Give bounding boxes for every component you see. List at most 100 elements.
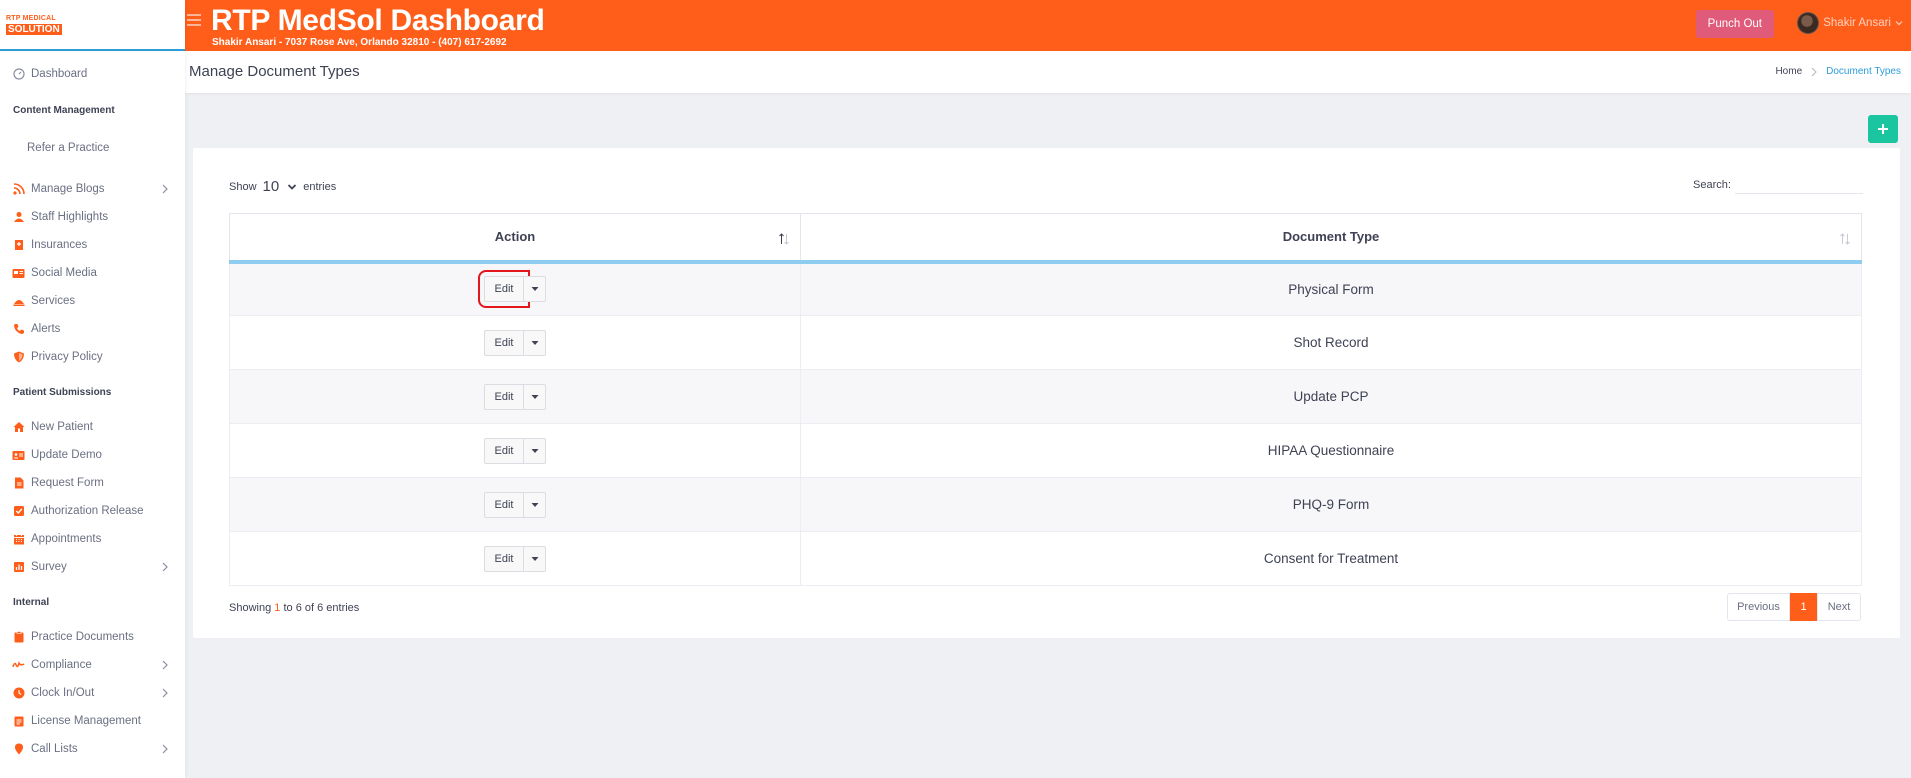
table-row: Edit HIPAA Questionnaire [229,423,1862,478]
logo-line2: SOLUTION [6,24,62,35]
sidebar-item-alerts[interactable]: Alerts [0,315,185,343]
sidebar-item-dashboard[interactable]: Dashboard [0,59,185,89]
row-actions-dropdown[interactable] [524,545,546,572]
sidebar-item-label: Call Lists [31,743,78,755]
poll-icon [12,561,25,574]
caret-down-icon [531,394,538,399]
user-icon [12,211,25,224]
sidebar-item-update-demo[interactable]: Update Demo [0,441,185,469]
edit-button[interactable]: Edit [478,270,530,309]
search-label: Search: [1693,179,1731,191]
sidebar-item-services[interactable]: Services [0,287,185,315]
row-action-group: Edit [484,491,546,518]
edit-button[interactable]: Edit [484,383,524,410]
add-document-type-button[interactable] [1868,115,1898,143]
sidebar-item-refer-practice[interactable]: Refer a Practice [0,131,185,165]
table-info: Showing 1 to 6 of 6 entries [229,602,359,614]
punch-out-button[interactable]: Punch Out [1695,10,1774,38]
id-card-icon [12,449,25,462]
row-action-group: Edit [484,437,546,464]
pagination: Previous 1 Next [1727,593,1861,621]
shield-icon [12,351,25,364]
user-menu[interactable]: Shakir Ansari [1797,12,1903,34]
sidebar-item-privacy-policy[interactable]: Privacy Policy [0,343,185,371]
breadcrumb-current: Document Types [1826,66,1901,77]
edit-button[interactable]: Edit [484,545,524,572]
row-actions-dropdown[interactable] [524,329,546,356]
logo-line1: RTP MEDICAL [6,15,56,22]
check-square-icon [12,505,25,518]
row-actions-dropdown[interactable] [524,437,546,464]
sidebar-item-label: Staff Highlights [31,211,109,223]
entries-select-value: 10 [262,178,280,195]
breadcrumb-home[interactable]: Home [1775,66,1802,77]
sidebar-item-label: New Patient [31,421,94,433]
previous-page-button[interactable]: Previous [1727,593,1790,621]
page-1-button[interactable]: 1 [1790,593,1817,621]
sidebar-item-survey[interactable]: Survey [0,553,185,581]
row-actions-dropdown[interactable] [524,491,546,518]
column-header-action[interactable]: Action [229,213,801,264]
page-title: Manage Document Types [189,63,360,80]
sidebar-item-label: Appointments [31,533,102,545]
sidebar-item-staff-highlights[interactable]: Staff Highlights [0,203,185,231]
sidebar-item-practice-documents[interactable]: Practice Documents [0,623,185,651]
sidebar-item-label: License Management [31,715,141,727]
logo-area: RTP MEDICAL SOLUTION [0,0,185,51]
caret-down-icon [531,448,538,453]
table-search: Search: [1693,176,1863,194]
chevron-right-icon [162,660,168,670]
next-page-button[interactable]: Next [1817,593,1861,621]
sidebar-item-new-patient[interactable]: New Patient [0,413,185,441]
sidebar-item-compliance[interactable]: Compliance [0,651,185,679]
plus-icon [1878,124,1888,134]
user-name: Shakir Ansari [1823,17,1891,29]
row-action-group: Edit [484,383,546,410]
sidebar-item-request-form[interactable]: Request Form [0,469,185,497]
sidebar-item-license-management[interactable]: License Management [0,707,185,735]
sidebar-item-appointments[interactable]: Appointments [0,525,185,553]
sidebar-item-label: Services [31,295,76,307]
edit-button[interactable]: Edit [484,491,524,518]
sidebar-item-label: Authorization Release [31,505,144,517]
action-cell: Edit [229,315,801,370]
sidebar-item-label: Privacy Policy [31,351,103,363]
action-cell: Edit [229,423,801,478]
home-icon [12,421,25,434]
sidebar-item-manage-blogs[interactable]: Manage Blogs [0,175,185,203]
sidebar-item-clock-in-out[interactable]: Clock In/Out [0,679,185,707]
logo[interactable]: RTP MEDICAL SOLUTION [6,14,62,35]
search-input[interactable] [1734,176,1863,194]
row-actions-dropdown[interactable] [524,383,546,410]
sidebar-item-authorization-release[interactable]: Authorization Release [0,497,185,525]
sidebar-item-call-lists[interactable]: Call Lists [0,735,185,763]
chevron-right-icon [162,688,168,698]
row-actions-dropdown[interactable] [524,276,546,303]
document-type-cell: Shot Record [800,315,1862,370]
entries-length-control: Show 10 entries [229,178,336,195]
table-row: Edit PHQ-9 Form [229,477,1862,532]
action-cell: Edit [229,477,801,532]
table-row: Edit Physical Form [229,261,1862,316]
hospital-icon [12,239,25,252]
social-icon [12,267,25,280]
sidebar-item-label: Alerts [31,323,61,335]
calendar-icon [12,533,25,546]
sidebar-item-label: Request Form [31,477,104,489]
sidebar-nav: Dashboard Content Management Refer a Pra… [0,51,185,763]
column-header-document-type[interactable]: Document Type [800,213,1862,264]
row-action-group: Edit [484,329,546,356]
practice-address: Shakir Ansari - 7037 Rose Ave, Orlando 3… [212,37,507,48]
dashboard-title: RTP MedSol Dashboard [211,4,545,37]
sidebar-item-insurances[interactable]: Insurances [0,231,185,259]
clipboard-list-icon [12,715,25,728]
table-header-row: Action Document Type [229,213,1862,264]
file-icon [12,477,25,490]
entries-select[interactable]: 10 [263,178,298,195]
sidebar-item-social-media[interactable]: Social Media [0,259,185,287]
show-label: Show [229,180,257,193]
edit-button[interactable]: Edit [484,329,524,356]
edit-button[interactable]: Edit [484,437,524,464]
hamburger-menu-icon[interactable] [187,14,201,26]
avatar [1797,12,1820,34]
